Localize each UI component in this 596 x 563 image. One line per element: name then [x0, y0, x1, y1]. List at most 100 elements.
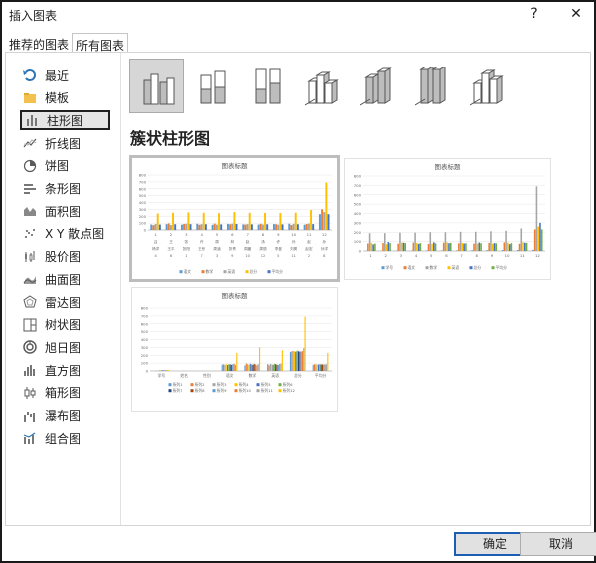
bar-2-0-7: [162, 370, 164, 371]
help-button[interactable]: ?: [523, 4, 545, 24]
sidebar-item-combo-chart[interactable]: 组合图: [20, 428, 110, 448]
bar-2-6-10: [303, 348, 305, 371]
tab-all-charts[interactable]: 所有图表: [72, 33, 129, 53]
stock-chart-icon: [23, 250, 37, 264]
subtype-button-1[interactable]: [129, 59, 184, 113]
bar-0-7-3: [264, 212, 267, 230]
bar-1-4-4: [433, 242, 435, 251]
sidebar-item-treemap[interactable]: 树状图: [20, 315, 110, 335]
preview-3-chart: 图表标题 0 100 200 300 400 500 600 700 800 学号 姓名 性别 语文 数学 英…: [141, 291, 332, 393]
bar-1-4-2: [429, 232, 432, 251]
subtype-button-6[interactable]: [404, 59, 459, 113]
y-tick-label: 0: [359, 249, 362, 254]
x-tick-label-row: 2: [308, 254, 310, 258]
legend-swatch: [267, 270, 271, 274]
subtype-button-7[interactable]: [459, 59, 514, 113]
y-tick-label: 500: [354, 202, 362, 207]
y-tick-label: 300: [141, 345, 149, 350]
sidebar-item-surface-chart[interactable]: 曲面图: [20, 269, 110, 289]
sidebar-item-column-chart[interactable]: 柱形图: [20, 110, 110, 131]
sidebar-item-stock-chart[interactable]: 股价图: [20, 247, 110, 267]
legend-swatch: [179, 270, 183, 274]
x-tick-label: 8: [262, 232, 265, 237]
x-tick-label-row: 吕: [154, 239, 158, 244]
x-tick-label-row: 9: [231, 254, 234, 258]
bar-1-2-2: [399, 232, 401, 251]
legend-label: 系列3: [217, 382, 228, 387]
legend-label: 总分: [474, 265, 482, 270]
legend-swatch: [190, 389, 194, 393]
chart-preview-1[interactable]: 图表标题 0 100 200 300 400 500 600 700 800 1 2 3 4 5 6 7 8 9 10…: [129, 155, 340, 282]
x-tick-label: 2: [170, 232, 173, 237]
bar-2-0-8: [164, 370, 166, 371]
x-tick-label: 数学: [249, 373, 257, 378]
bar-0-10-2: [307, 223, 310, 230]
bar-0-6-0: [242, 224, 245, 230]
sidebar-item-waterfall[interactable]: 瀑布图: [20, 406, 110, 426]
bar-0-4-3: [218, 213, 221, 230]
x-tick-label: 学号: [158, 373, 166, 378]
bar-0-1-2: [169, 225, 172, 230]
sidebar-item-radar-chart[interactable]: 雷达图: [20, 292, 110, 312]
x-tick-label-row: 许: [277, 239, 281, 244]
x-tick-label-row: 11: [291, 254, 296, 258]
bar-0-3-0: [196, 223, 199, 230]
subtype-button-2[interactable]: [184, 59, 239, 113]
bar-0-4-1: [213, 223, 216, 230]
bar-2-4-10: [257, 364, 259, 371]
bar-2-3-10: [234, 364, 237, 371]
bar-1-10-0: [516, 249, 519, 251]
bar-1-7-4: [478, 242, 481, 251]
y-tick-label: 400: [139, 200, 147, 205]
sidebar-item-line-chart[interactable]: 折线图: [20, 133, 110, 153]
bar-1-9-2: [505, 230, 507, 251]
legend-swatch: [234, 389, 238, 393]
subtype-button-3[interactable]: [239, 59, 294, 113]
subtype-button-4[interactable]: [294, 59, 349, 113]
legend-label: 系列1: [173, 382, 184, 387]
cancel-button[interactable]: 取消: [520, 532, 596, 556]
sidebar-item-histogram[interactable]: 直方图: [20, 360, 110, 380]
bar-2-7-3: [316, 364, 318, 371]
bar-1-2-5: [404, 243, 407, 251]
sidebar-item-pie-chart[interactable]: 饼图: [20, 156, 110, 176]
bar-2-3-2: [224, 364, 226, 371]
legend-label: 系列4: [239, 382, 250, 387]
preview-2-chart: 图表标题01002003004005006007008001 2 3 4 5 6 7 8 9 10…: [354, 162, 545, 270]
sidebar-item-label: 模板: [45, 91, 70, 106]
bar-2-5-5: [273, 363, 275, 371]
sidebar-item-scatter-chart[interactable]: X Y 散点图: [20, 224, 110, 244]
legend-label: 语文: [184, 269, 192, 274]
legend-swatch: [223, 270, 227, 274]
sidebar-item-recent[interactable]: 最近: [20, 65, 110, 85]
sidebar-item-sunburst[interactable]: 旭日图: [20, 337, 110, 357]
bar-0-5-1: [229, 224, 232, 230]
sidebar-item-area-chart[interactable]: 面积图: [20, 201, 110, 221]
bar-1-11-3: [537, 226, 539, 251]
legend-swatch: [245, 270, 249, 274]
chart-preview-2[interactable]: 图表标题 0 100 200 300 400 500 600 700 800 1 2 3 4 5 6 7 8 9 10…: [344, 158, 551, 280]
x-tick-label: 10: [505, 253, 510, 258]
tab-recommended[interactable]: 推荐的图表: [6, 33, 72, 53]
x-tick-label: 12: [535, 253, 540, 258]
chart-preview-3[interactable]: 图表标题 0 100 200 300 400 500 600 700 800 学号 姓名 性别 语文 数学 英…: [131, 287, 338, 412]
bar-0-5-3: [233, 212, 236, 230]
legend-swatch: [278, 383, 282, 387]
x-tick-label-row: 1: [185, 254, 187, 258]
sidebar-item-label: 箱形图: [45, 386, 82, 401]
column-chart-icon: [25, 113, 39, 127]
sidebar-divider: [120, 53, 121, 525]
sidebar-item-box-whisker[interactable]: 箱形图: [20, 383, 110, 403]
x-tick-label: 11: [520, 253, 525, 258]
bar-1-2-3: [400, 242, 403, 251]
bar-1-0-4: [372, 244, 374, 251]
y-tick-label: 700: [139, 179, 147, 184]
bar-1-2-1: [397, 243, 399, 251]
3d-column-icon: [469, 67, 504, 110]
close-button[interactable]: ✕: [565, 4, 587, 24]
subtype-button-5[interactable]: [349, 59, 404, 113]
bar-2-4-9: [256, 365, 258, 371]
sidebar-item-bar-chart[interactable]: 条形图: [20, 179, 110, 199]
sidebar-item-folder[interactable]: 模板: [20, 88, 110, 108]
x-tick-label-row: 8: [323, 254, 326, 258]
